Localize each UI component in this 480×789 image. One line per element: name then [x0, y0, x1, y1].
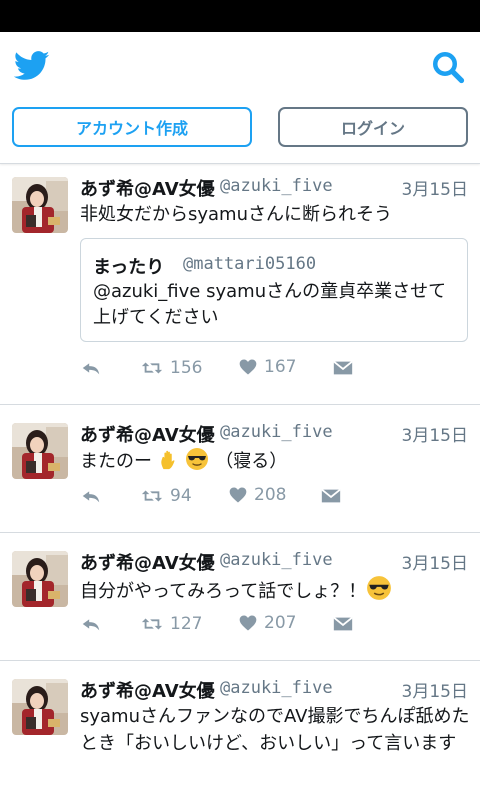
direct-message-button[interactable]	[332, 613, 354, 635]
envelope-icon	[332, 613, 354, 635]
avatar[interactable]	[12, 679, 68, 735]
heart-icon	[228, 485, 248, 505]
quoted-author-handle: @mattari05160	[183, 254, 317, 274]
quoted-tweet[interactable]: まったり @mattari05160 @azuki_five syamuさんの童…	[80, 238, 468, 342]
top-bar: アカウント作成 ログイン	[0, 32, 480, 164]
sunglasses-emoji-icon	[366, 575, 392, 601]
envelope-icon	[320, 485, 342, 507]
raised-hand-emoji-icon	[158, 449, 180, 471]
author-handle[interactable]: @azuki_five	[220, 176, 333, 196]
direct-message-button[interactable]	[320, 485, 342, 507]
retweet-count: 127	[170, 614, 203, 634]
quoted-tweet-text: @azuki_five syamuさんの童貞卒業させて上げてください	[93, 281, 447, 328]
retweet-icon	[140, 357, 164, 379]
direct-message-button[interactable]	[332, 357, 354, 379]
tweet-date[interactable]: 3月15日	[402, 549, 468, 574]
like-button[interactable]: 167	[238, 357, 296, 377]
retweet-button[interactable]: 156	[140, 357, 202, 379]
tweet-text-part: またのー	[80, 451, 158, 472]
author-name[interactable]: あず希@AV女優	[80, 421, 215, 447]
like-button[interactable]: 207	[238, 613, 296, 633]
tweet-date[interactable]: 3月15日	[402, 421, 468, 446]
tweet[interactable]: あず希@AV女優 @azuki_five 3月15日 syamuさんファンなので…	[0, 661, 480, 789]
status-bar	[0, 0, 480, 32]
like-button[interactable]: 208	[228, 485, 286, 505]
retweet-count: 94	[170, 486, 192, 506]
tweet-text: またのー （寝る）	[80, 447, 470, 475]
login-button[interactable]: ログイン	[278, 107, 468, 147]
tweet[interactable]: あず希@AV女優 @azuki_five 3月15日 非処女だからsyamuさん…	[0, 165, 480, 405]
twitter-bird-icon[interactable]	[14, 50, 50, 82]
reply-button[interactable]	[80, 613, 102, 635]
author-name[interactable]: あず希@AV女優	[80, 549, 215, 575]
tweet-date[interactable]: 3月15日	[402, 175, 468, 200]
reply-button[interactable]	[80, 357, 102, 379]
sunglasses-emoji-icon	[185, 447, 209, 471]
author-handle[interactable]: @azuki_five	[220, 678, 333, 698]
retweet-icon	[140, 485, 164, 507]
tweet-date[interactable]: 3月15日	[402, 677, 468, 702]
tweet-text: 非処女だからsyamuさんに断られそう	[80, 204, 393, 225]
reply-icon	[80, 485, 102, 507]
avatar[interactable]	[12, 177, 68, 233]
search-icon[interactable]	[430, 49, 466, 85]
heart-icon	[238, 613, 258, 633]
create-account-button[interactable]: アカウント作成	[12, 107, 252, 147]
tweet-text: 自分がやってみろって話でしょ？！	[80, 575, 470, 605]
tweet-text: syamuさんファンなのでAV撮影でちんぽ舐めたとき「おいしいけど、おいしい」っ…	[80, 706, 470, 754]
reply-icon	[80, 613, 102, 635]
author-name[interactable]: あず希@AV女優	[80, 677, 215, 703]
like-count: 167	[264, 357, 297, 377]
reply-button[interactable]	[80, 485, 102, 507]
retweet-button[interactable]: 94	[140, 485, 192, 507]
tweet[interactable]: あず希@AV女優 @azuki_five 3月15日 自分がやってみろって話でし…	[0, 533, 480, 661]
like-count: 208	[254, 485, 287, 505]
author-handle[interactable]: @azuki_five	[220, 422, 333, 442]
heart-icon	[238, 357, 258, 377]
reply-icon	[80, 357, 102, 379]
tweet-text-part: 自分がやってみろって話でしょ？！	[80, 581, 367, 602]
envelope-icon	[332, 357, 354, 379]
tweet-text-part: （寝る）	[209, 451, 288, 472]
author-name[interactable]: あず希@AV女優	[80, 175, 215, 201]
retweet-count: 156	[170, 358, 203, 378]
retweet-button[interactable]: 127	[140, 613, 202, 635]
tweet[interactable]: あず希@AV女優 @azuki_five 3月15日 またのー （寝る） 94 …	[0, 405, 480, 533]
like-count: 207	[264, 613, 297, 633]
avatar[interactable]	[12, 423, 68, 479]
author-handle[interactable]: @azuki_five	[220, 550, 333, 570]
quoted-author-name: まったり	[93, 257, 165, 278]
retweet-icon	[140, 613, 164, 635]
avatar[interactable]	[12, 551, 68, 607]
